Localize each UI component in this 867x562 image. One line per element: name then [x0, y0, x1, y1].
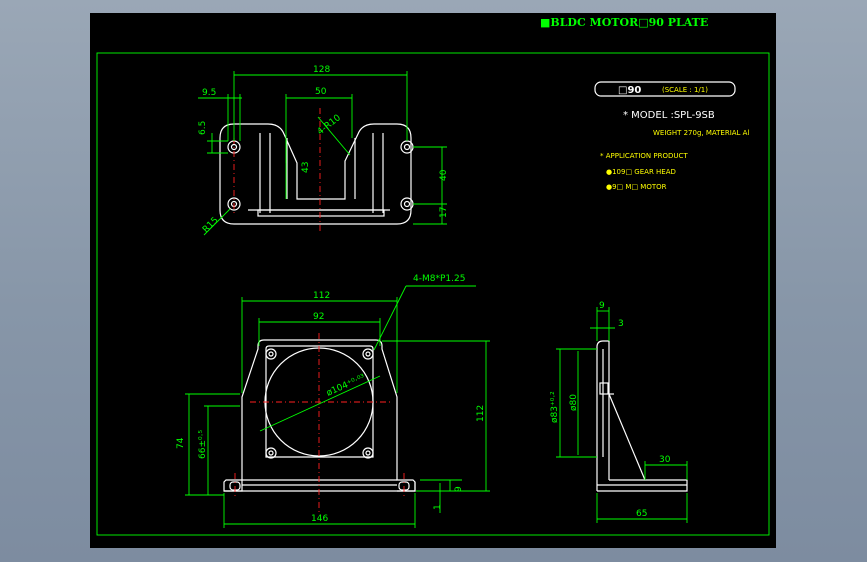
hole-note: 4-M8*P1.25 [413, 274, 465, 284]
front-view: 112 92 4-M8*P1.25 ø104⁺⁰·⁰³ 74 66±⁰·⁵ 11… [176, 274, 490, 528]
mount-hole-tl [265, 348, 277, 360]
dim-9: 9 [454, 486, 464, 492]
dim-112-top: 112 [313, 291, 330, 301]
info-scale: (SCALE : 1/1) [662, 86, 708, 94]
top-view: 128 50 9.5 6.5 4-R10 43 40 17 R15 [198, 65, 449, 236]
dim-43: 43 [301, 162, 311, 173]
dim-112-right: 112 [476, 405, 486, 422]
dim-1: 1 [433, 504, 443, 510]
cad-viewport: ■BLDC MOTOR□90 PLATE □90 (SCALE : 1/1) *… [0, 0, 867, 562]
dim-side-80: ø80 [569, 394, 579, 411]
dim-74: 74 [176, 437, 186, 449]
dim-128: 128 [313, 65, 330, 75]
cad-drawing: ■BLDC MOTOR□90 PLATE □90 (SCALE : 1/1) *… [96, 16, 770, 536]
dim-side-3: 3 [618, 319, 624, 329]
dim-side-9: 9 [599, 301, 605, 311]
dim-side-83: ø83⁺⁰·² [550, 391, 560, 423]
mount-hole-tr [362, 348, 374, 360]
dim-92: 92 [313, 312, 324, 322]
info-size: □90 [618, 85, 641, 96]
dim-146: 146 [311, 514, 328, 524]
drawing-title: ■BLDC MOTOR□90 PLATE [540, 16, 708, 29]
model-label: * MODEL :SPL-9SB [623, 110, 715, 121]
application-item: ●109□ GEAR HEAD [606, 168, 676, 176]
dim-r15: R15 [201, 216, 221, 236]
dim-66: 66±⁰·⁵ [198, 430, 208, 459]
dim-6-5: 6.5 [198, 121, 208, 135]
dim-50: 50 [315, 87, 327, 97]
weight-label: WEIGHT 270g, MATERIAL Al [653, 129, 749, 137]
dim-r10: 4-R10 [316, 113, 343, 137]
info-box: □90 (SCALE : 1/1) [594, 81, 736, 97]
side-view: 9 3 ø83⁺⁰·² ø80 30 65 [550, 301, 688, 523]
dim-40: 40 [439, 169, 449, 181]
dim-9-5: 9.5 [202, 88, 216, 98]
dim-17: 17 [439, 207, 449, 218]
dim-diameter: ø104⁺⁰·⁰³ [325, 373, 367, 399]
drawing-sheet: ■BLDC MOTOR□90 PLATE □90 (SCALE : 1/1) *… [90, 13, 776, 548]
dim-side-30: 30 [659, 455, 671, 465]
application-label: * APPLICATION PRODUCT [600, 152, 688, 160]
dim-side-65: 65 [636, 509, 647, 519]
application-item: ●9□ M□ MOTOR [606, 183, 667, 191]
